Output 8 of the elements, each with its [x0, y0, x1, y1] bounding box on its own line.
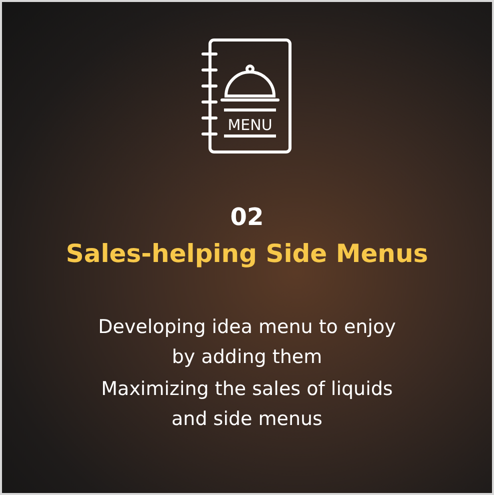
description-line: and side menus	[172, 407, 322, 432]
section-number: 02	[230, 202, 264, 232]
menu-label: MENU	[228, 116, 272, 134]
section-title: Sales-helping Side Menus	[66, 238, 428, 270]
description-line: Maximizing the sales of liquids	[101, 377, 393, 402]
description-line: by adding them	[172, 345, 322, 370]
menu-book-icon	[202, 38, 292, 154]
description-line: Developing idea menu to enjoy	[98, 315, 396, 340]
